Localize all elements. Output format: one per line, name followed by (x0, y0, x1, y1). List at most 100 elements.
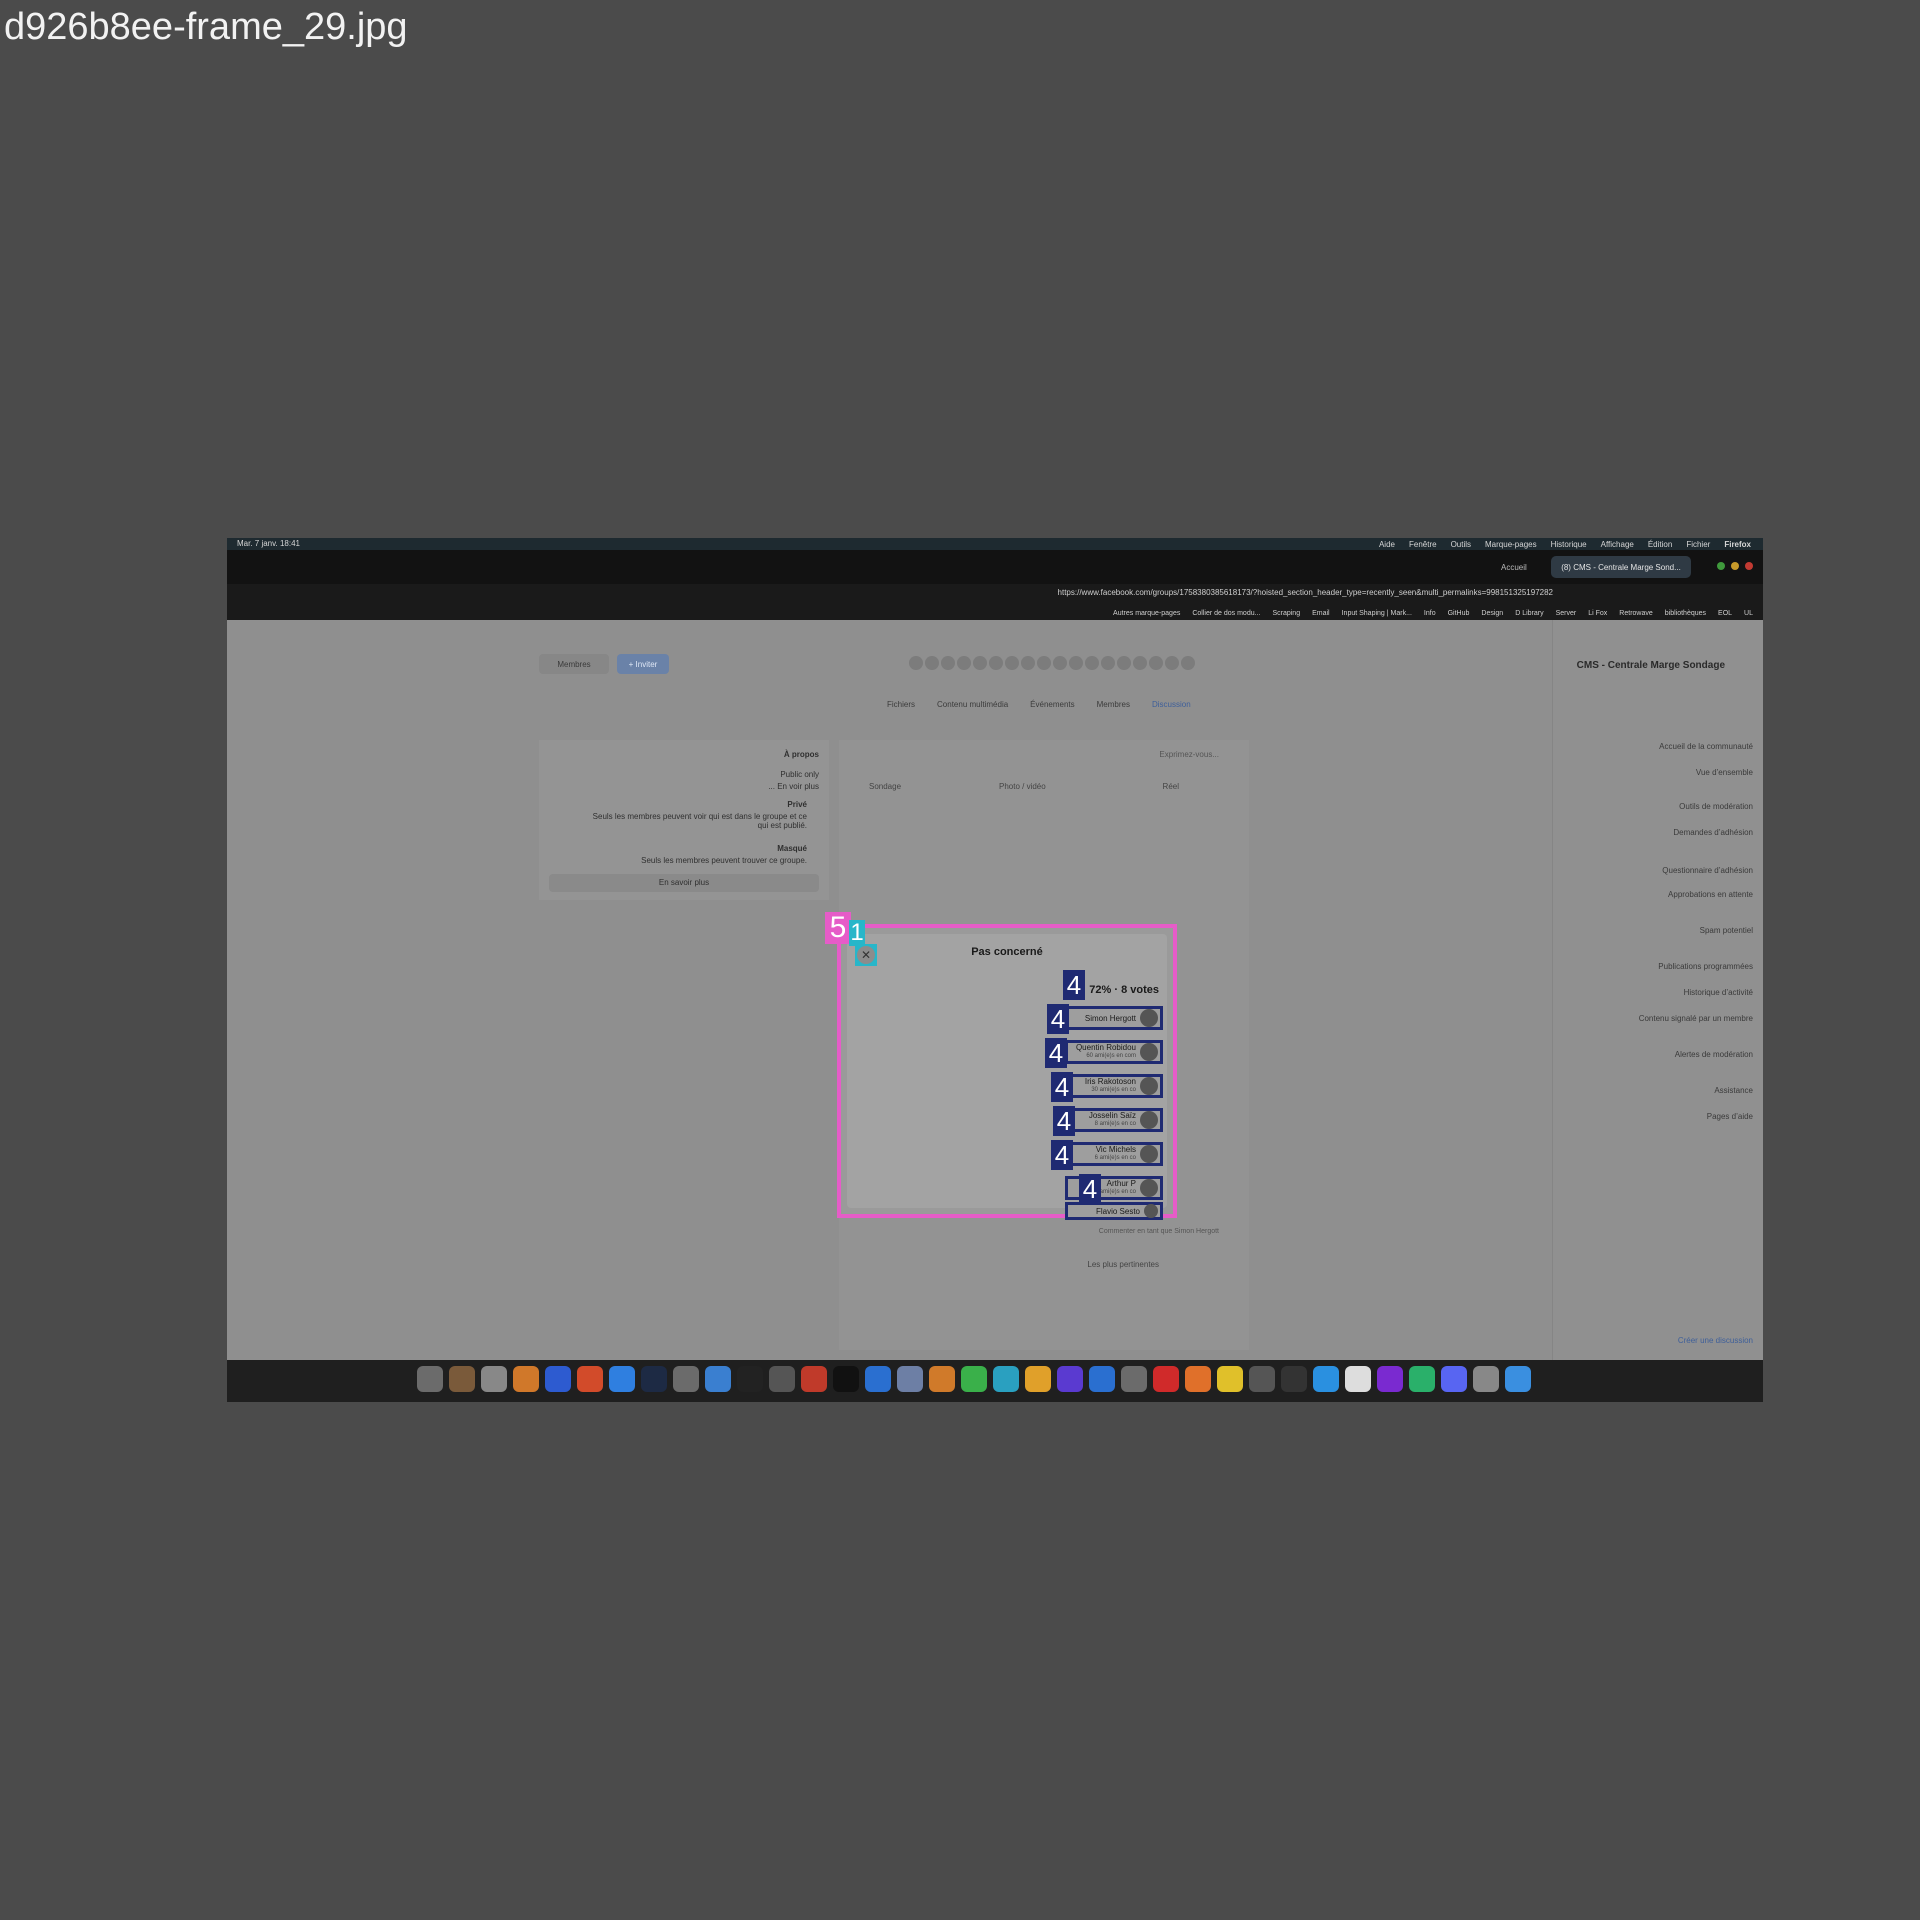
sidebar-item-accueil[interactable]: Accueil de la communauté (1659, 742, 1753, 751)
sidebar-item-alertes[interactable]: Alertes de modération (1675, 1050, 1753, 1059)
app-icon[interactable] (1025, 1366, 1051, 1392)
poll-button[interactable]: Sondage (869, 782, 901, 791)
bookmark[interactable]: D Library (1515, 610, 1543, 617)
vlc-icon[interactable] (513, 1366, 539, 1392)
app-icon[interactable] (801, 1366, 827, 1392)
app-icon[interactable] (545, 1366, 571, 1392)
app-icon[interactable] (1057, 1366, 1083, 1392)
bookmark[interactable]: Retrowave (1619, 610, 1652, 617)
avatar[interactable] (1140, 1111, 1158, 1129)
voter-row[interactable]: Iris Rakotoson 30 ami(e)s en co (1065, 1074, 1163, 1098)
avatar[interactable] (1140, 1009, 1158, 1027)
sort-filter[interactable]: Les plus pertinentes (1087, 1260, 1159, 1269)
close-icon[interactable]: ✕ (857, 946, 875, 964)
chatgpt-icon[interactable] (1409, 1366, 1435, 1392)
avatar[interactable] (1140, 1077, 1158, 1095)
firefox-icon[interactable] (1185, 1366, 1211, 1392)
bookmark[interactable]: Server (1556, 610, 1577, 617)
avatar[interactable] (1144, 1204, 1158, 1218)
app-icon[interactable] (897, 1366, 923, 1392)
tab-evenements[interactable]: Événements (1030, 700, 1074, 709)
discord-icon[interactable] (1441, 1366, 1467, 1392)
sidebar-item-demandes[interactable]: Demandes d’adhésion (1673, 828, 1753, 837)
window-controls[interactable] (1717, 562, 1753, 570)
menu-item-fenetre[interactable]: Fenêtre (1409, 540, 1437, 549)
tab-discussion[interactable]: Discussion (1152, 700, 1191, 709)
sidebar-item-pages-aide[interactable]: Pages d’aide (1707, 1112, 1753, 1121)
bookmark[interactable]: EOL (1718, 610, 1732, 617)
bookmark[interactable]: Autres marque-pages (1113, 610, 1180, 617)
bookmark[interactable]: bibliothèques (1665, 610, 1706, 617)
tab-multimedia[interactable]: Contenu multimédia (937, 700, 1008, 709)
avatar[interactable] (1140, 1145, 1158, 1163)
vscode-icon[interactable] (1089, 1366, 1115, 1392)
filezilla-icon[interactable] (1153, 1366, 1179, 1392)
steam-icon[interactable] (641, 1366, 667, 1392)
voter-row[interactable]: Simon Hergott (1065, 1006, 1163, 1030)
members-button[interactable]: Membres (539, 654, 609, 674)
avatar[interactable] (1140, 1179, 1158, 1197)
bookmark[interactable]: UL (1744, 610, 1753, 617)
menu-item-affichage[interactable]: Affichage (1601, 540, 1634, 549)
app-icon[interactable] (929, 1366, 955, 1392)
app-icon[interactable] (1313, 1366, 1339, 1392)
voter-name[interactable]: Flavio Sesto (1096, 1207, 1140, 1216)
notes-icon[interactable] (1217, 1366, 1243, 1392)
bookmark[interactable]: Input Shaping | Mark... (1342, 610, 1412, 617)
sidebar-item-historique[interactable]: Historique d’activité (1684, 988, 1753, 997)
terminal-icon[interactable] (833, 1366, 859, 1392)
trash-icon[interactable] (417, 1366, 443, 1392)
app-icon[interactable] (865, 1366, 891, 1392)
photo-video-button[interactable]: Photo / vidéo (999, 782, 1046, 791)
minimize-icon[interactable] (1731, 562, 1739, 570)
app-icon[interactable] (1281, 1366, 1307, 1392)
bookmark[interactable]: Collier de dos modu... (1192, 610, 1260, 617)
menu-item-historique[interactable]: Historique (1551, 540, 1587, 549)
settings-icon[interactable] (673, 1366, 699, 1392)
create-discussion-button[interactable]: Créer une discussion (1678, 1336, 1753, 1345)
bookmark[interactable]: GitHub (1448, 610, 1470, 617)
voter-name[interactable]: Josselin Saïz 8 ami(e)s en co (1089, 1111, 1136, 1129)
finder-icon[interactable] (1505, 1366, 1531, 1392)
zoom-icon[interactable] (1717, 562, 1725, 570)
invite-button[interactable]: + Inviter (617, 654, 669, 674)
menu-item-edition[interactable]: Édition (1648, 540, 1672, 549)
close-button[interactable]: ✕ (855, 944, 877, 966)
app-icon[interactable] (1121, 1366, 1147, 1392)
voter-row[interactable]: Quentin Robidou 60 ami(e)s en com (1065, 1040, 1163, 1064)
menu-item-fichier[interactable]: Fichier (1686, 540, 1710, 549)
url-text[interactable]: https://www.facebook.com/groups/17583803… (527, 588, 1553, 602)
bookmark[interactable]: Email (1312, 610, 1330, 617)
app-icon[interactable] (481, 1366, 507, 1392)
voter-row[interactable]: Flavio Sesto (1065, 1202, 1163, 1220)
comment-input[interactable]: Commenter en tant que Simon Hergott (1099, 1228, 1219, 1235)
app-icon[interactable] (1345, 1366, 1371, 1392)
app-icon[interactable] (449, 1366, 475, 1392)
voter-row[interactable]: Vic Michels 6 ami(e)s en co (1065, 1142, 1163, 1166)
avatar[interactable] (1140, 1043, 1158, 1061)
bookmark[interactable]: Scraping (1272, 610, 1300, 617)
menu-item-aide[interactable]: Aide (1379, 540, 1395, 549)
menu-item-firefox[interactable]: Firefox (1724, 540, 1751, 549)
menu-item-outils[interactable]: Outils (1451, 540, 1471, 549)
active-tab[interactable]: (8) CMS - Centrale Marge Sond... (1551, 556, 1691, 578)
close-window-icon[interactable] (1745, 562, 1753, 570)
reel-button[interactable]: Réel (1163, 782, 1179, 791)
app-icon[interactable] (705, 1366, 731, 1392)
learn-more-button[interactable]: En savoir plus (549, 874, 819, 892)
voter-name[interactable]: Quentin Robidou 60 ami(e)s en com (1076, 1043, 1136, 1061)
tab-accueil[interactable]: Accueil (1501, 556, 1545, 578)
sidebar-item-vue[interactable]: Vue d’ensemble (1696, 768, 1753, 777)
sidebar-item-approbations[interactable]: Approbations en attente (1668, 890, 1753, 899)
bookmark[interactable]: Li Fox (1588, 610, 1607, 617)
calculator-icon[interactable] (769, 1366, 795, 1392)
composer-input[interactable]: Exprimez-vous... (1159, 750, 1219, 759)
activity-monitor-icon[interactable] (737, 1366, 763, 1392)
see-more-link[interactable]: ... En voir plus (768, 782, 819, 791)
bookmark[interactable]: Design (1481, 610, 1503, 617)
voter-name[interactable]: Iris Rakotoson 30 ami(e)s en co (1085, 1077, 1136, 1095)
address-bar[interactable]: https://www.facebook.com/groups/17583803… (227, 584, 1763, 606)
voter-name[interactable]: Vic Michels 6 ami(e)s en co (1095, 1145, 1136, 1163)
tab-membres[interactable]: Membres (1097, 700, 1130, 709)
app-icon[interactable] (1377, 1366, 1403, 1392)
